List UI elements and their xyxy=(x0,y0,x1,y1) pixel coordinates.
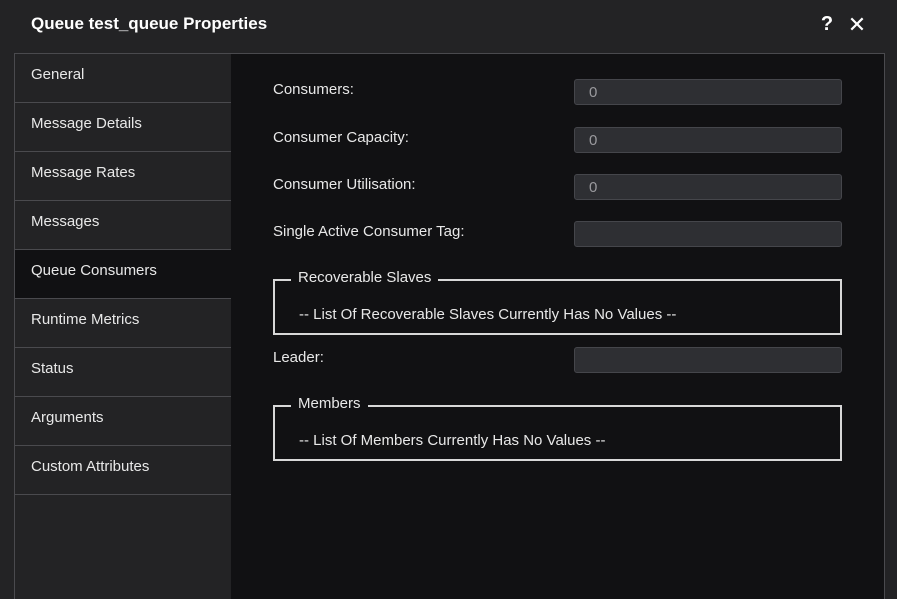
recoverable-slaves-group: Recoverable Slaves -- List Of Recoverabl… xyxy=(273,269,842,335)
leader-field[interactable] xyxy=(574,347,842,373)
sidebar-item-label: Messages xyxy=(31,213,100,230)
single-active-consumer-tag-label: Single Active Consumer Tag: xyxy=(273,223,465,240)
consumer-capacity-label: Consumer Capacity: xyxy=(273,129,409,146)
recoverable-slaves-empty-text: -- List Of Recoverable Slaves Currently … xyxy=(299,306,677,323)
sidebar-item-label: Arguments xyxy=(31,409,104,426)
members-group: Members -- List Of Members Currently Has… xyxy=(273,395,842,461)
sidebar-item-queue-consumers[interactable]: Queue Consumers xyxy=(15,250,232,299)
recoverable-slaves-legend: Recoverable Slaves xyxy=(291,269,439,286)
sidebar-item-label: Message Details xyxy=(31,115,142,132)
question-mark-icon[interactable]: ? xyxy=(818,13,836,37)
sidebar-item-message-details[interactable]: Message Details xyxy=(15,103,231,152)
sidebar-item-label: Message Rates xyxy=(31,164,136,181)
properties-panel: Consumers: 0 Consumer Capacity: 0 Consum… xyxy=(231,53,885,599)
sidebar-item-label: Status xyxy=(31,360,74,377)
sidebar-item-arguments[interactable]: Arguments xyxy=(15,397,231,446)
sidebar-item-custom-attributes[interactable]: Custom Attributes xyxy=(15,446,231,495)
members-empty-text: -- List Of Members Currently Has No Valu… xyxy=(299,432,606,449)
consumer-capacity-field[interactable]: 0 xyxy=(574,127,842,153)
members-legend: Members xyxy=(291,395,368,412)
sidebar-item-general[interactable]: General xyxy=(15,54,231,103)
sidebar-item-label: General xyxy=(31,66,85,83)
sidebar-item-label: Custom Attributes xyxy=(31,458,150,475)
sidebar-item-runtime-metrics[interactable]: Runtime Metrics xyxy=(15,299,231,348)
single-active-consumer-tag-field[interactable] xyxy=(574,221,842,247)
window-title: Queue test_queue Properties xyxy=(31,14,268,33)
sidebar-item-status[interactable]: Status xyxy=(15,348,231,397)
consumer-utilisation-label: Consumer Utilisation: xyxy=(273,176,416,193)
sidebar: General Message Details Message Rates Me… xyxy=(14,53,232,599)
consumers-label: Consumers: xyxy=(273,81,354,98)
sidebar-item-messages[interactable]: Messages xyxy=(15,201,231,250)
sidebar-item-label: Runtime Metrics xyxy=(31,311,140,328)
sidebar-item-message-rates[interactable]: Message Rates xyxy=(15,152,231,201)
consumer-utilisation-field[interactable]: 0 xyxy=(574,174,842,200)
consumers-field[interactable]: 0 xyxy=(574,79,842,105)
sidebar-item-label: Queue Consumers xyxy=(31,262,157,279)
close-icon[interactable]: ✕ xyxy=(846,12,868,38)
leader-label: Leader: xyxy=(273,349,324,366)
title-bar: Queue test_queue Properties ? ✕ xyxy=(0,0,897,52)
